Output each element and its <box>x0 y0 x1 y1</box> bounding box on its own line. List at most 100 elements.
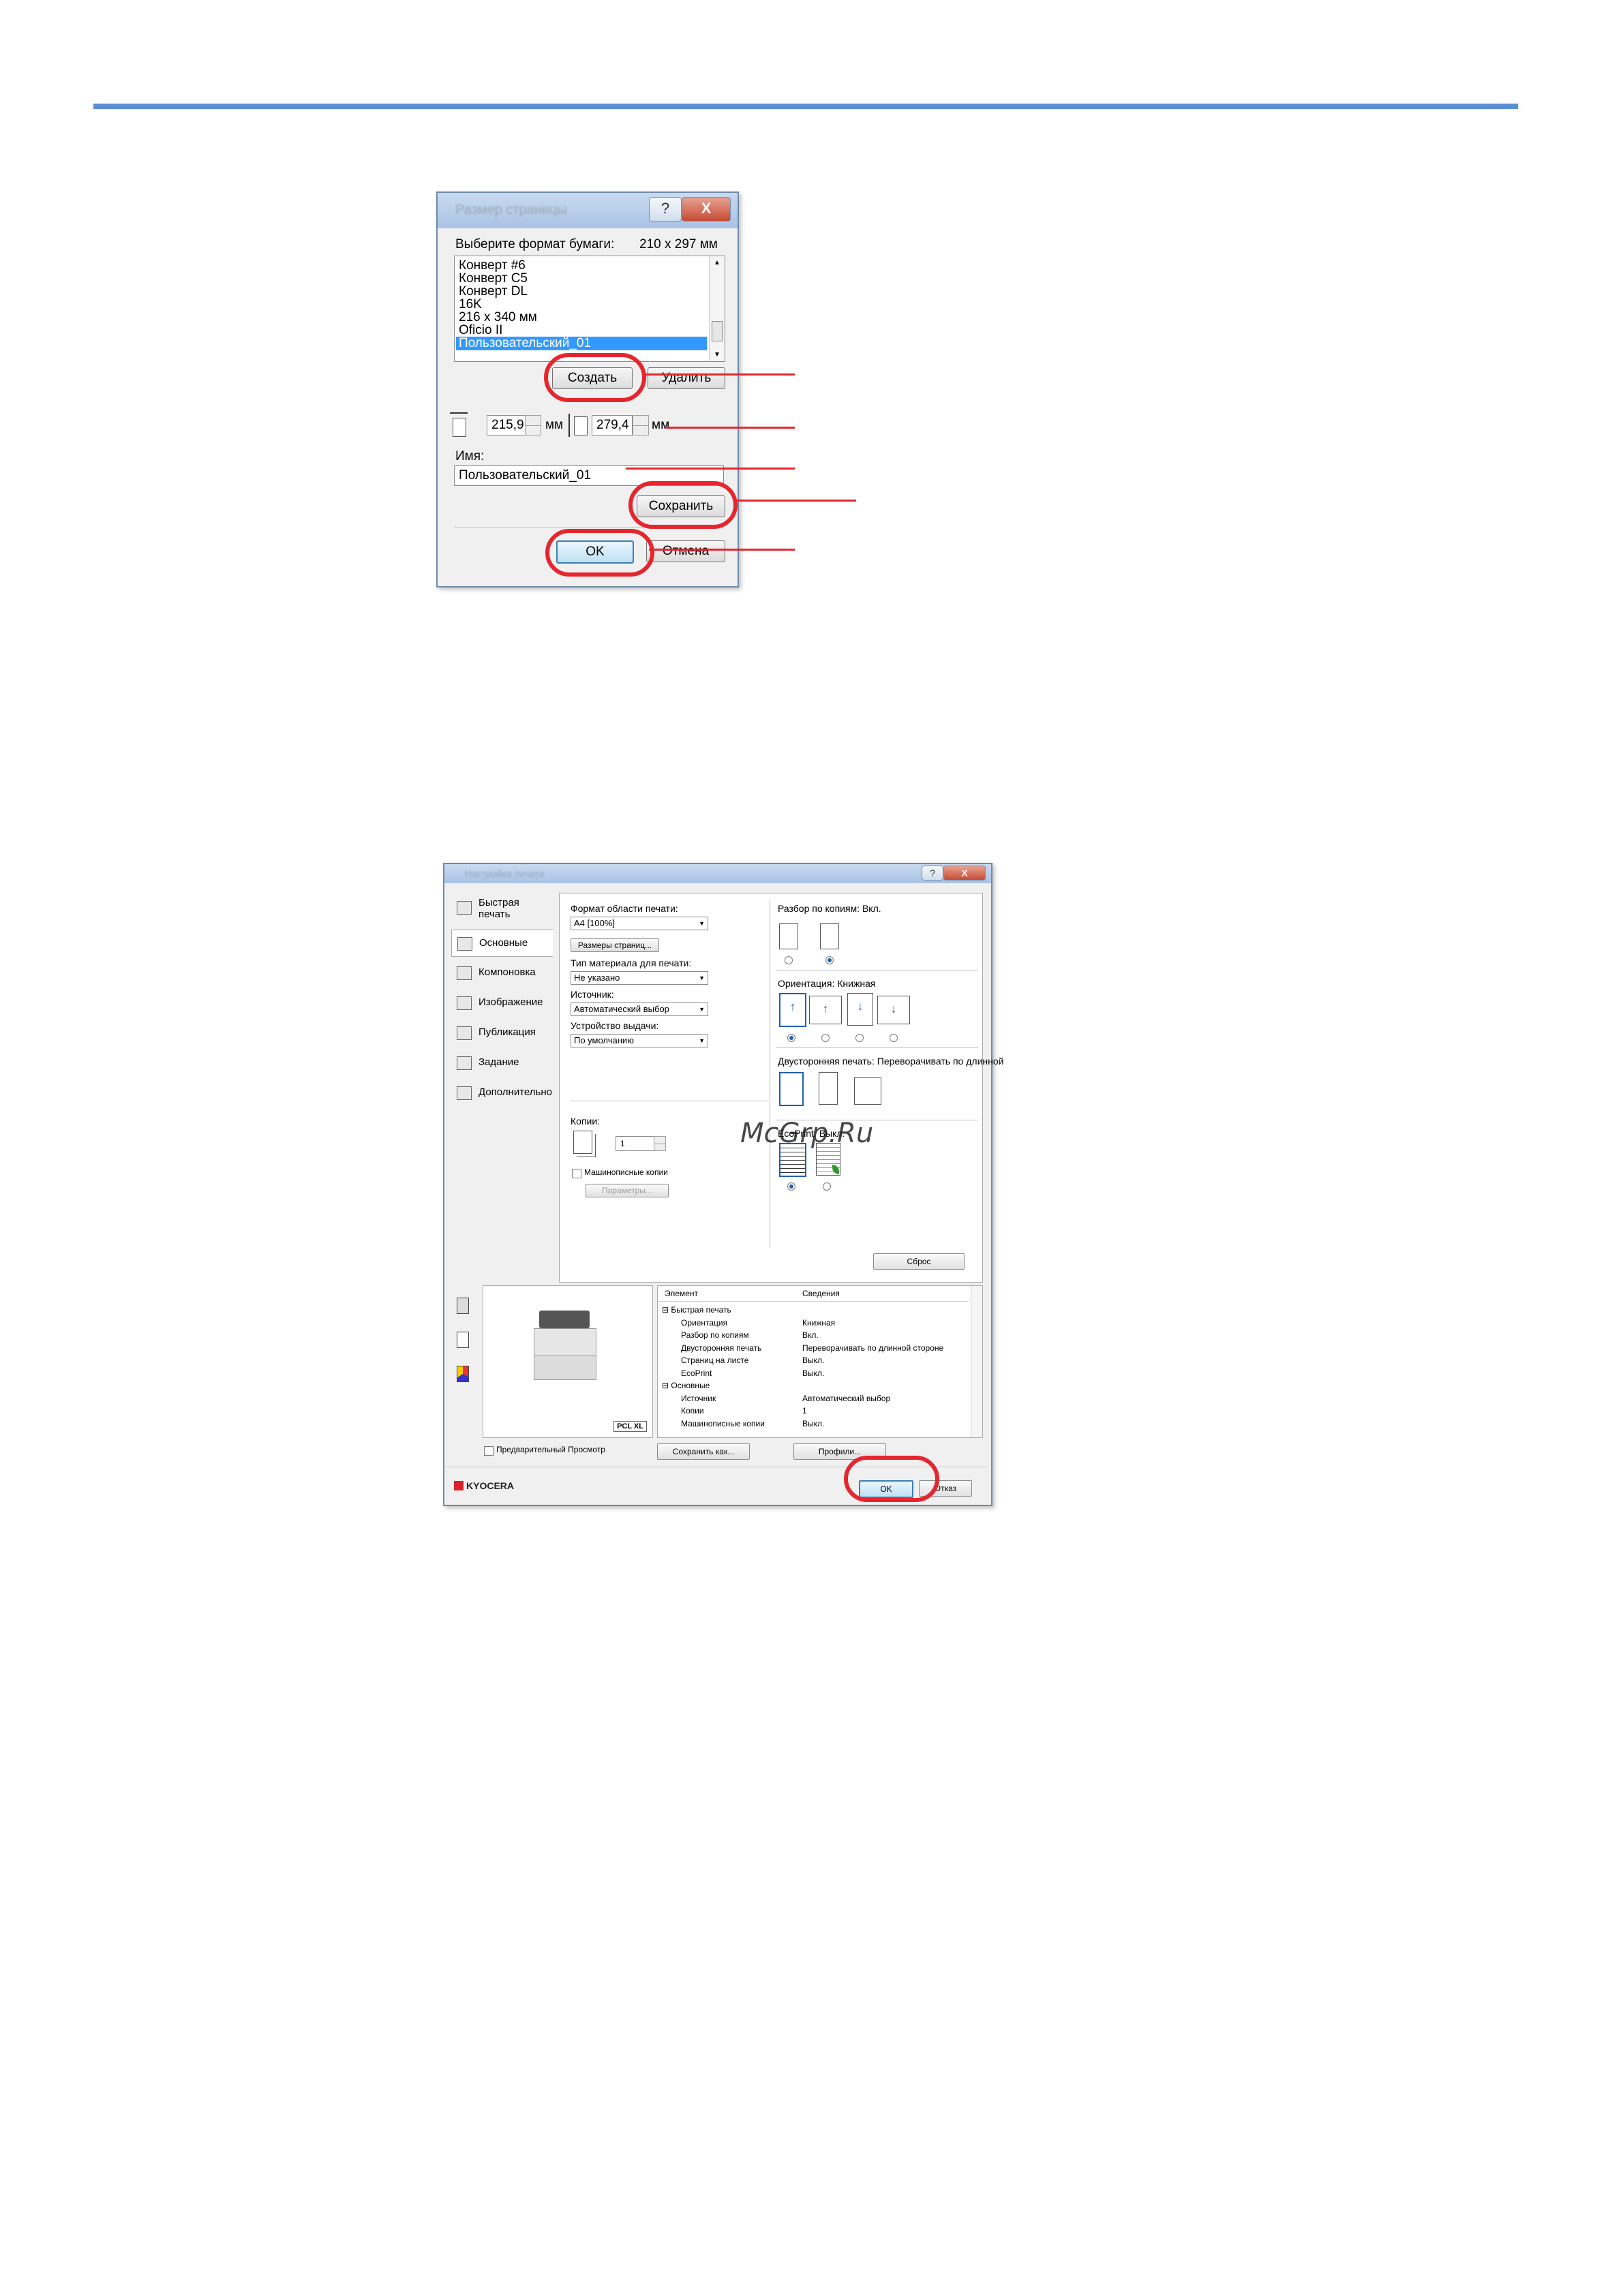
preview-checkbox[interactable] <box>484 1446 494 1456</box>
collate-on-icon[interactable] <box>820 923 839 949</box>
publishing-icon <box>457 1026 472 1040</box>
summary-row-item[interactable]: Источник <box>681 1394 716 1403</box>
dialog-title: Настройка печати <box>465 868 545 879</box>
tab-publishing[interactable]: Публикация <box>451 1020 552 1045</box>
print-size-label: Формат области печати: <box>571 903 678 914</box>
list-item[interactable]: 16K <box>459 298 482 311</box>
summary-row-item[interactable]: Страниц на листе <box>681 1356 748 1365</box>
collate-on-radio[interactable] <box>825 956 834 964</box>
duplex-label: Двусторонняя печать: Переворачивать по д… <box>778 1056 1004 1067</box>
chevron-up-icon[interactable]: ▲ <box>714 259 721 266</box>
orientation-label: Ориентация: Книжная <box>778 978 876 989</box>
reset-button[interactable]: Сброс <box>873 1253 965 1270</box>
divider <box>776 1047 978 1048</box>
list-item[interactable]: Конверт DL <box>459 285 528 299</box>
list-item-selected[interactable]: Пользовательский_01 <box>456 337 707 350</box>
list-item[interactable]: Конверт #6 <box>459 259 526 273</box>
summary-row-item[interactable]: Машинописные копии <box>681 1419 765 1428</box>
copies-label: Копии: <box>571 1116 601 1127</box>
tab-imaging[interactable]: Изображение <box>451 990 552 1015</box>
document-icon[interactable] <box>457 1332 469 1348</box>
orientation-radio-4[interactable] <box>890 1034 898 1042</box>
kyocera-logo: KYOCERA <box>454 1480 514 1491</box>
list-item[interactable]: Конверт C5 <box>459 272 528 286</box>
portrait-option[interactable]: ↑ <box>779 993 806 1027</box>
scroll-thumb[interactable] <box>712 321 723 341</box>
save-as-button[interactable]: Сохранить как... <box>657 1443 750 1460</box>
color-icon[interactable] <box>457 1366 469 1382</box>
summary-header-value[interactable]: Сведения <box>802 1289 840 1298</box>
orientation-radio-3[interactable] <box>855 1034 864 1042</box>
printer-preview: PCL XL <box>483 1285 653 1438</box>
callout-name <box>626 468 795 470</box>
help-button[interactable]: ? <box>922 866 943 881</box>
callout-size <box>665 427 795 429</box>
tab-layout[interactable]: Компоновка <box>451 960 552 985</box>
list-scrollbar[interactable]: ▲ ▼ <box>709 256 725 361</box>
summary-header-item[interactable]: Элемент <box>665 1289 698 1298</box>
arrow-down-icon: ↓ <box>857 999 864 1013</box>
copies-stepper[interactable] <box>654 1136 666 1151</box>
paper-format-list[interactable]: Конверт #6 Конверт C5 Конверт DL 16K 216… <box>454 256 725 362</box>
collate-off-icon[interactable] <box>779 923 798 949</box>
summary-row-item[interactable]: ⊟ Основные <box>662 1381 710 1390</box>
summary-row-item[interactable]: Разбор по копиям <box>681 1330 749 1340</box>
summary-row-item[interactable]: EcoPrint <box>681 1368 712 1378</box>
copies-icon <box>573 1131 592 1154</box>
landscape-option[interactable]: ↑ <box>809 996 842 1024</box>
ecoprint-on-radio[interactable] <box>823 1182 831 1191</box>
orientation-radio-2[interactable] <box>821 1034 830 1042</box>
summary-row-value: 1 <box>802 1406 807 1415</box>
duplex-long-icon[interactable] <box>819 1072 838 1105</box>
list-item[interactable]: 216 x 340 мм <box>459 311 537 324</box>
help-button[interactable]: ? <box>649 197 682 221</box>
cancel-button[interactable]: Отмена <box>646 540 725 562</box>
summary-row-item[interactable]: Копии <box>681 1406 704 1415</box>
summary-row-value: Выкл. <box>802 1368 825 1378</box>
printer-image <box>534 1311 596 1380</box>
tab-job[interactable]: Задание <box>451 1050 552 1075</box>
collate-off-radio[interactable] <box>785 956 793 964</box>
summary-row-item[interactable]: ⊟ Быстрая печать <box>662 1305 731 1315</box>
width-icon <box>453 418 466 437</box>
print-settings-dialog: Настройка печати ? X Быстрая печать Осно… <box>443 863 1003 1506</box>
width-input[interactable]: 215,9 <box>487 415 526 435</box>
summary-list[interactable]: Элемент Сведения ⊟ Быстрая печать Ориента… <box>657 1285 983 1438</box>
settings-panel: Формат области печати: A4 [100%] Размеры… <box>559 893 1003 1283</box>
close-button[interactable]: X <box>943 866 986 881</box>
height-stepper[interactable] <box>633 415 649 435</box>
delete-button[interactable]: Удалить <box>648 367 725 389</box>
summary-scrollbar[interactable] <box>971 1286 982 1437</box>
layout-icon <box>457 966 472 980</box>
printer-icon[interactable] <box>457 1298 469 1314</box>
ecoprint-off-radio[interactable] <box>787 1182 795 1191</box>
duplex-short-icon[interactable] <box>854 1077 881 1105</box>
list-item[interactable]: Oficio II <box>459 324 502 337</box>
source-select[interactable]: Автоматический выбор <box>571 1002 708 1016</box>
landscape-rotated-option[interactable]: ↓ <box>877 996 910 1024</box>
summary-row-item[interactable]: Ориентация <box>681 1318 727 1328</box>
summary-row-value: Выкл. <box>802 1356 825 1365</box>
print-size-select[interactable]: A4 [100%] <box>571 917 708 930</box>
summary-row-item[interactable]: Двусторонняя печать <box>681 1343 761 1353</box>
tab-quick-print[interactable]: Быстрая печать <box>451 894 552 924</box>
imaging-icon <box>457 996 472 1010</box>
height-icon <box>574 416 588 435</box>
duplex-off-icon[interactable] <box>779 1072 804 1106</box>
media-type-select[interactable]: Не указано <box>571 971 708 985</box>
copies-input[interactable]: 1 <box>616 1136 655 1151</box>
summary-row-value: Автоматический выбор <box>802 1393 891 1403</box>
output-select[interactable]: По умолчанию <box>571 1034 708 1047</box>
width-stepper[interactable] <box>525 415 541 435</box>
chevron-down-icon[interactable]: ▼ <box>714 351 721 358</box>
orientation-radio-1[interactable] <box>787 1034 795 1042</box>
tab-basic[interactable]: Основные <box>451 930 553 957</box>
portrait-rotated-option[interactable]: ↓ <box>847 993 873 1026</box>
close-button[interactable]: X <box>682 197 731 221</box>
page-sizes-button[interactable]: Размеры страниц... <box>571 938 659 952</box>
orientation-value: Книжная <box>837 978 876 989</box>
mopy-checkbox[interactable] <box>572 1169 581 1178</box>
width-unit: мм <box>545 418 564 432</box>
tab-advanced[interactable]: Дополнительно <box>451 1080 552 1105</box>
height-input[interactable]: 279,4 <box>592 415 633 435</box>
